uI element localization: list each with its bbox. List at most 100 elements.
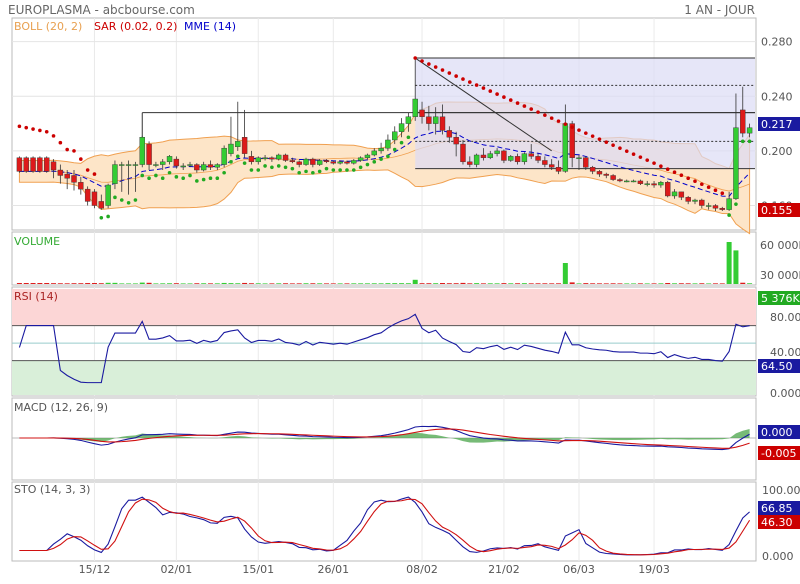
sar-dot-33: [242, 161, 247, 165]
candle-49: [351, 160, 357, 164]
sto-d-last-label: 46.30: [761, 516, 793, 529]
sar-dot-13: [106, 214, 110, 219]
volume-bar-105: [733, 250, 739, 284]
volume-bar-20: [153, 283, 159, 284]
price-y-tick: 0.280: [761, 36, 793, 49]
sar-dot-42: [304, 169, 308, 174]
sar-dot-10: [85, 168, 90, 172]
rsi-overbought-zone: [12, 289, 756, 326]
candle-17: [132, 164, 139, 166]
candle-97: [678, 191, 685, 198]
volume-bar-0: [16, 283, 22, 284]
x-tick-label: 06/03: [563, 563, 595, 576]
sar-dot-31: [229, 160, 233, 164]
volume-bar-97: [678, 283, 684, 284]
volume-bar-1: [23, 283, 29, 284]
volume-bar-104: [726, 242, 732, 284]
volume-bar-23: [173, 283, 179, 284]
candle-68: [480, 154, 487, 158]
candle-39: [282, 154, 289, 161]
candle-2: [30, 157, 36, 172]
candle-86: [603, 173, 609, 176]
candle-107: [746, 127, 753, 134]
sar-dot-48: [345, 168, 349, 172]
volume-bar-96: [672, 283, 678, 284]
candle-4: [44, 157, 50, 172]
candle-26: [194, 164, 200, 171]
legend-item-0: BOLL (20, 2): [14, 20, 82, 33]
volume-bar-69: [487, 283, 493, 284]
rsi-oversold-zone: [12, 360, 756, 395]
candle-89: [624, 180, 630, 183]
price-y-tick: 0.200: [761, 145, 793, 158]
volume-bar-56: [399, 283, 405, 284]
candle-9: [78, 182, 84, 190]
candle-29: [214, 164, 221, 168]
volume-bar-53: [378, 283, 384, 284]
candle-10: [84, 188, 91, 202]
sar-dot-21: [160, 176, 165, 181]
volume-bar-63: [446, 283, 452, 284]
volume-bar-49: [351, 283, 357, 284]
candle-59: [419, 109, 425, 117]
sar-dot-61: [433, 65, 438, 69]
candle-54: [385, 139, 391, 149]
sar-dot-47: [338, 168, 342, 172]
sar-dot-52: [372, 160, 377, 164]
volume-bar-85: [596, 283, 602, 284]
last-price-label: 0.217: [761, 118, 793, 131]
sar-dot-66: [468, 80, 472, 84]
volume-bar-86: [603, 283, 609, 284]
candle-66: [467, 161, 473, 165]
sar-dot-53: [379, 157, 383, 161]
volume-bar-40: [289, 283, 295, 284]
sar-dot-0: [17, 124, 22, 129]
volume-bar-17: [132, 283, 138, 284]
candle-38: [276, 154, 282, 160]
candle-47: [337, 161, 343, 164]
candle-35: [255, 157, 261, 163]
sar-dot-12: [99, 216, 104, 220]
candle-70: [494, 150, 500, 154]
sar-dot-43: [311, 170, 315, 175]
x-tick-label: 19/03: [638, 563, 670, 576]
volume-bar-80: [562, 263, 568, 284]
sar-dot-105: [734, 202, 738, 206]
candle-103: [719, 208, 725, 210]
sar-dot-100: [700, 182, 704, 187]
volume-bar-99: [692, 283, 698, 284]
rsi-last-label: 64.50: [761, 360, 793, 373]
volume-bar-50: [358, 283, 364, 284]
sto-k-last-label: 66.85: [761, 502, 793, 515]
sar-dot-25: [188, 173, 192, 178]
sar-dot-102: [713, 188, 718, 193]
volume-bar-54: [385, 283, 391, 284]
sto-y-tick: 100.00: [762, 484, 800, 497]
candle-69: [487, 153, 493, 158]
candle-14: [112, 164, 118, 184]
volume-bar-12: [98, 283, 104, 284]
volume-bar-46: [330, 283, 336, 284]
period-label: 1 AN - JOUR: [684, 3, 755, 17]
sar-dot-5: [51, 134, 56, 138]
volume-bar-6: [57, 283, 63, 284]
volume-bar-71: [501, 283, 507, 284]
candle-24: [180, 165, 186, 168]
volume-bar-22: [167, 283, 173, 284]
candle-61: [432, 116, 439, 124]
sar-dot-82: [577, 128, 581, 132]
candle-67: [473, 154, 480, 165]
volume-bar-44: [317, 283, 323, 284]
sar-dot-16: [126, 200, 131, 205]
candle-20: [153, 164, 159, 166]
rsi-y-tick: 80.00: [770, 311, 800, 324]
sar-dot-17: [133, 198, 138, 202]
candle-100: [699, 199, 705, 206]
legend-item-1: SAR (0.02, 0.2): [94, 20, 177, 33]
candle-78: [548, 164, 555, 168]
candle-62: [439, 116, 446, 131]
volume-bar-106: [740, 282, 746, 284]
candle-16: [125, 164, 132, 166]
candle-96: [671, 191, 678, 197]
price-y-tick: 0.240: [761, 90, 793, 103]
